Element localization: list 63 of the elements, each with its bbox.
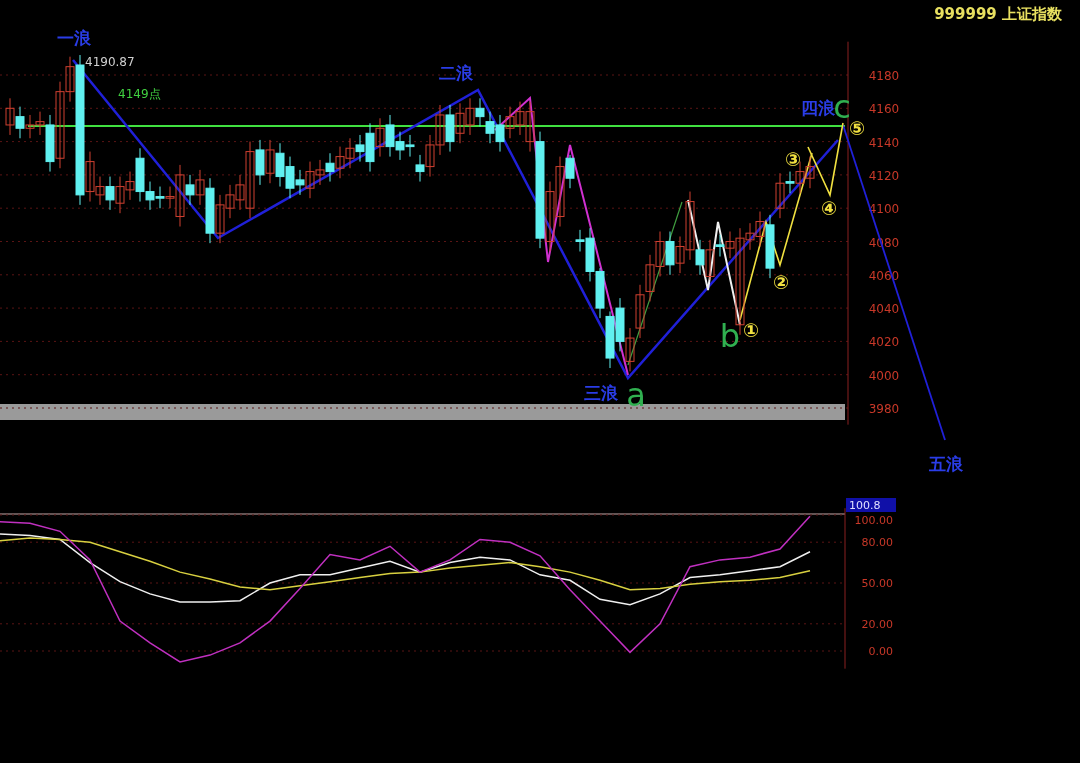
candle [455, 102, 465, 144]
axis-label: 4020 [868, 335, 900, 350]
wave-label: 五浪 [929, 454, 963, 474]
axis-label: 4000 [868, 368, 900, 383]
candle [485, 111, 495, 144]
candle [605, 310, 615, 369]
wave-number: ③ [784, 148, 802, 170]
candle [625, 327, 635, 372]
candle [635, 284, 645, 339]
candle [475, 97, 485, 128]
candle [495, 114, 505, 153]
axis-label: 20.00 [861, 617, 893, 631]
wave-number: ④ [820, 197, 838, 219]
candle [215, 194, 225, 244]
axis-label: 80.00 [861, 536, 893, 550]
candle [325, 152, 335, 183]
wave-number: ② [772, 271, 790, 293]
candle [275, 142, 285, 188]
wave-number: ⑤ [848, 117, 866, 139]
axis-label: 3980 [868, 402, 900, 416]
candle [505, 106, 515, 139]
candle [345, 137, 355, 169]
candle [445, 104, 455, 153]
candle [265, 139, 275, 184]
candle [435, 104, 445, 156]
candle [375, 117, 385, 158]
wave-number: ① [742, 319, 760, 341]
value-badge: 100.8 [846, 498, 896, 512]
candle [25, 114, 35, 139]
wave-label: 四浪 [801, 98, 835, 118]
candle [645, 254, 655, 302]
axis-label: 50.00 [861, 577, 893, 590]
axis-label: 100.00 [854, 514, 893, 527]
index-title: 999999 上证指数 [934, 5, 1062, 23]
candle [105, 176, 115, 211]
candle [595, 267, 605, 319]
candle [465, 97, 475, 136]
candle [805, 156, 815, 189]
axis-label: 4040 [868, 302, 900, 317]
candle [305, 161, 315, 199]
candle [335, 146, 345, 179]
axis-label: 4140 [868, 135, 900, 150]
wave-letter: b [719, 317, 741, 355]
axis-label: 4160 [868, 102, 900, 117]
level-label: 4149点 [118, 87, 161, 101]
candle [15, 106, 25, 139]
wave-letter: a [626, 376, 646, 414]
candle [665, 231, 675, 276]
candle [315, 159, 325, 186]
axis-label: 4180 [868, 69, 900, 83]
candle [405, 134, 415, 158]
price-label: 4190.87 [85, 55, 135, 69]
wave-label: 三浪 [584, 383, 618, 403]
candle [155, 186, 165, 209]
candle [115, 176, 125, 214]
candle [615, 297, 625, 352]
wave-label: 一浪 [57, 28, 91, 48]
candle [5, 97, 15, 136]
candle [225, 184, 235, 219]
axis-label: 4120 [868, 168, 900, 183]
candle [655, 231, 665, 277]
wave-label: 二浪 [439, 63, 473, 83]
axis-label: 0.00 [868, 645, 893, 658]
